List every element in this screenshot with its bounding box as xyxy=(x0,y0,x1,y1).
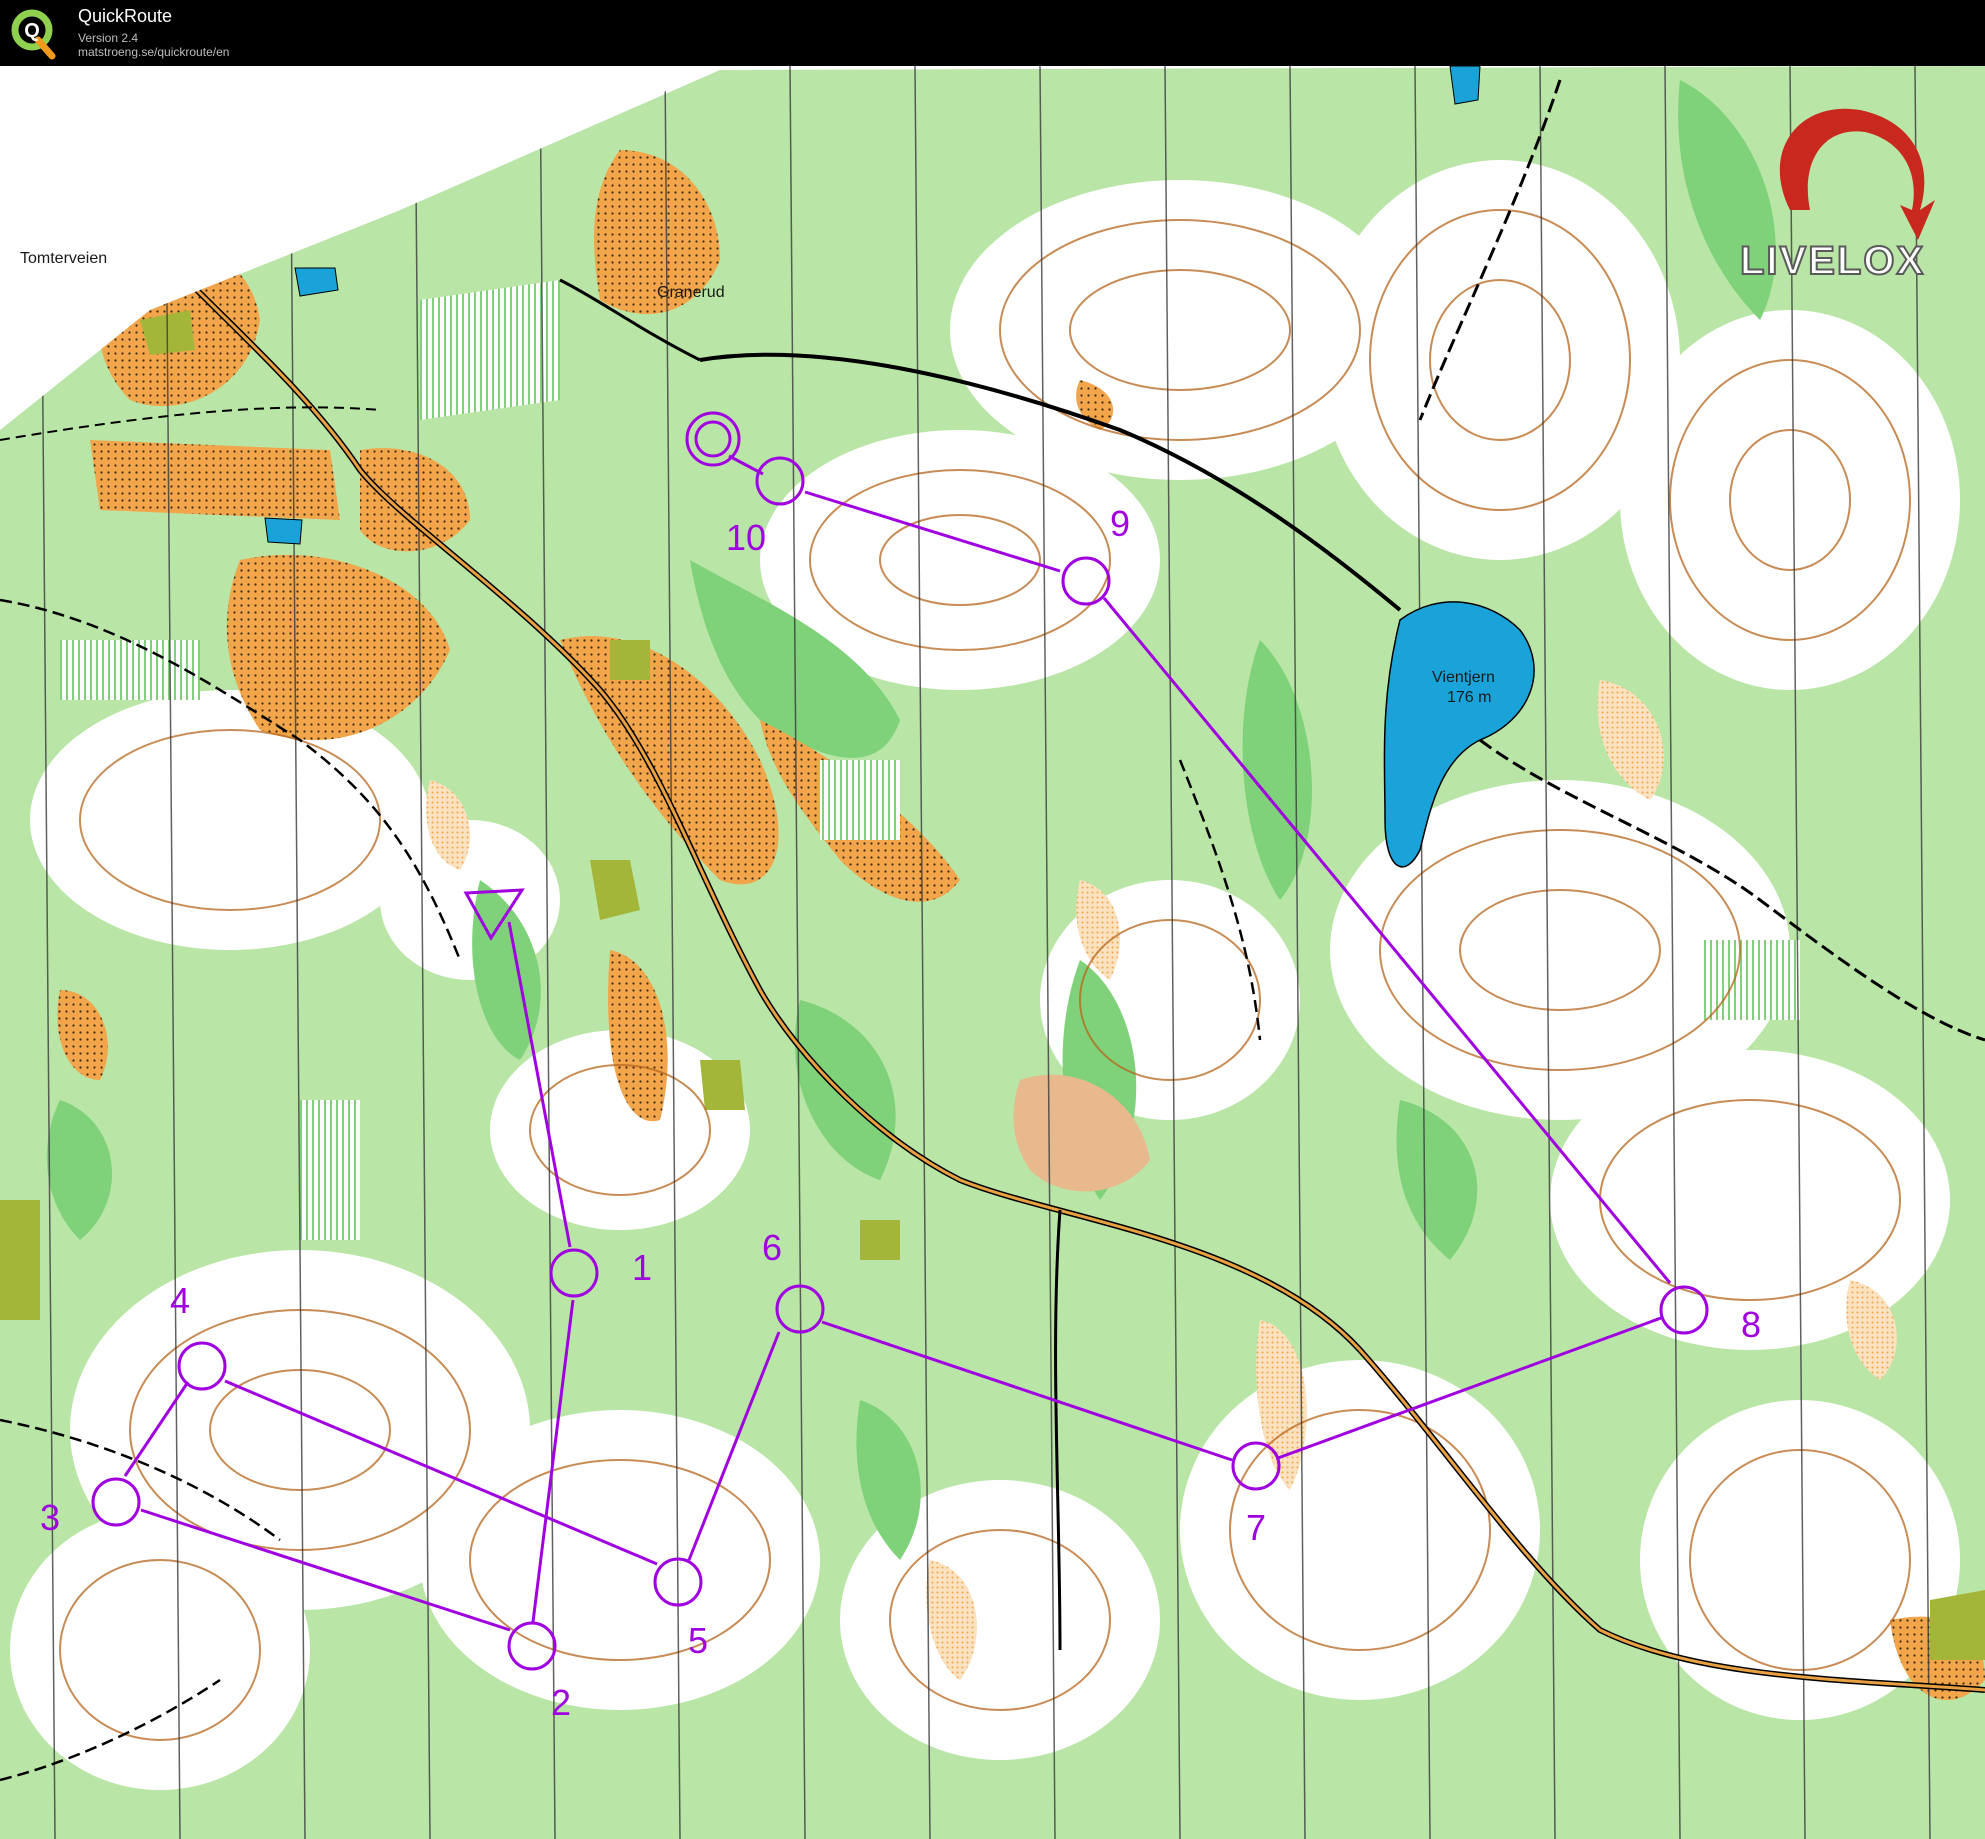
pond xyxy=(1449,66,1481,105)
logo-letter: Q xyxy=(24,20,40,42)
label-vientjern: Vientjern xyxy=(1432,669,1495,686)
label-granerud: Granerud xyxy=(657,284,725,301)
control-number-8: 8 xyxy=(1741,1304,1761,1345)
control-number-3: 3 xyxy=(40,1497,60,1538)
livelox-text: LIVELOX xyxy=(1740,239,1925,283)
map-terrain xyxy=(0,66,1985,1839)
app-url-link[interactable]: matstroeng.se/quickroute/en xyxy=(78,45,229,59)
control-number-1: 1 xyxy=(632,1247,652,1288)
control-number-9: 9 xyxy=(1110,503,1130,544)
control-number-7: 7 xyxy=(1246,1507,1266,1548)
app-name: QuickRoute xyxy=(78,6,173,26)
control-number-6: 6 xyxy=(762,1227,782,1268)
control-number-2: 2 xyxy=(551,1682,571,1723)
control-number-5: 5 xyxy=(688,1620,708,1661)
label-tomterveien: Tomterveien xyxy=(20,250,107,267)
label-vientjern-height: 176 m xyxy=(1447,689,1491,706)
control-number-10: 10 xyxy=(726,517,766,558)
pond xyxy=(264,517,303,545)
app-version: Version 2.4 xyxy=(78,31,139,45)
app-title-bar: Q QuickRoute Version 2.4 matstroeng.se/q… xyxy=(0,0,1985,66)
quickroute-logo-icon: Q xyxy=(11,9,56,60)
control-number-4: 4 xyxy=(170,1280,190,1321)
orienteering-map[interactable]: Tomterveien Granerud Vientjern 176 m 1 2… xyxy=(0,66,1985,1839)
